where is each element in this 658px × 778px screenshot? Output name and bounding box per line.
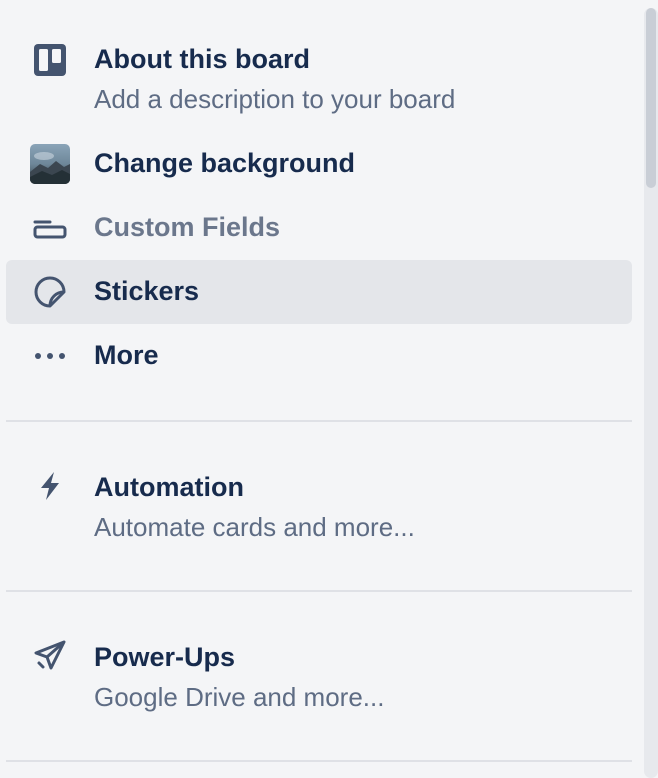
about-board-item[interactable]: About this board Add a description to yo… [6,36,632,126]
about-board-title: About this board [94,44,310,74]
stickers-title: Stickers [94,276,200,306]
scrollbar-thumb[interactable] [646,8,656,188]
powerups-title: Power-Ups [94,642,236,672]
automation-item[interactable]: Automation Automate cards and more... [6,464,632,554]
powerups-subtitle: Google Drive and more... [94,682,385,712]
about-board-subtitle: Add a description to your board [94,84,456,114]
divider-2 [6,590,632,592]
rocket-icon [30,636,70,676]
change-background-title: Change background [94,148,356,178]
board-icon [30,40,70,80]
scrollbar[interactable] [644,8,658,778]
board-menu: About this board Add a description to yo… [0,0,640,778]
divider-3 [6,760,632,762]
ellipsis-icon [30,336,70,376]
more-title: More [94,340,159,370]
custom-fields-icon [30,208,70,248]
stickers-item[interactable]: Stickers [6,260,632,324]
background-thumbnail [30,144,70,184]
custom-fields-title: Custom Fields [94,212,281,242]
powerups-item[interactable]: Power-Ups Google Drive and more... [6,634,632,724]
automation-subtitle: Automate cards and more... [94,512,415,542]
sticker-icon [30,272,70,312]
change-background-item[interactable]: Change background [6,136,632,192]
custom-fields-item[interactable]: Custom Fields [6,200,632,256]
divider-1 [6,420,632,422]
more-item[interactable]: More [6,330,632,386]
automation-title: Automation [94,472,244,502]
lightning-icon [30,466,70,506]
